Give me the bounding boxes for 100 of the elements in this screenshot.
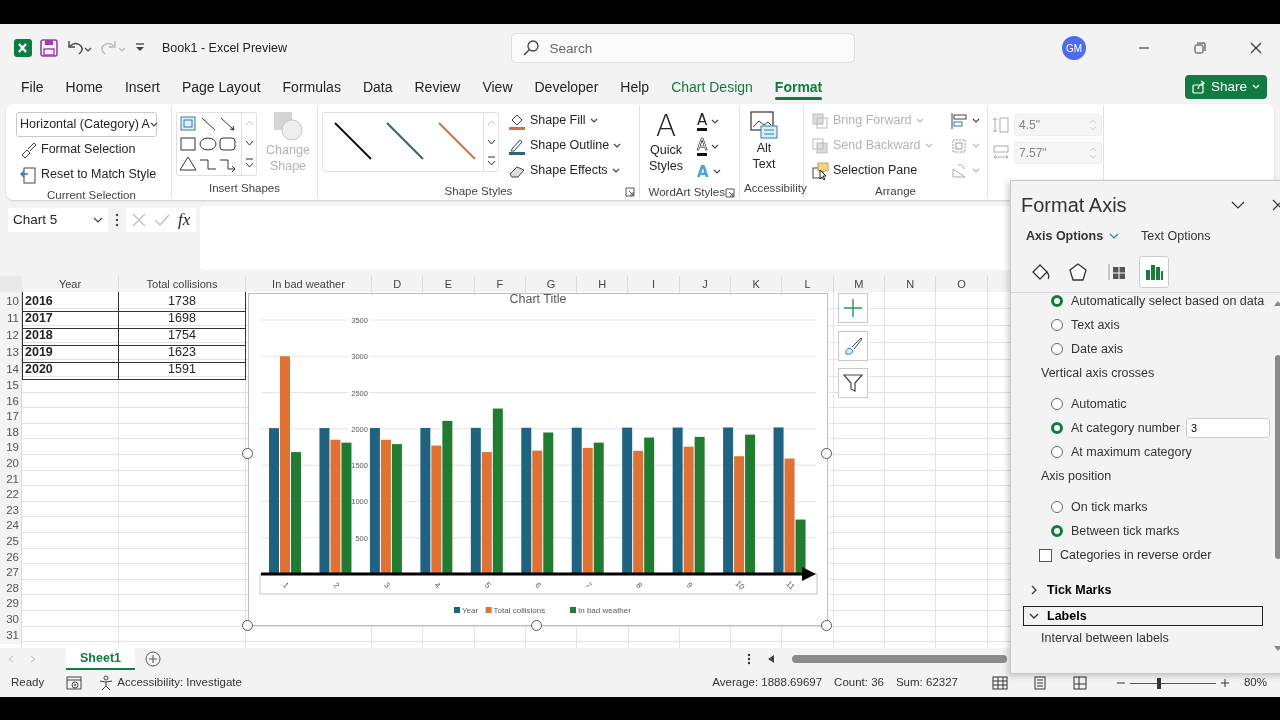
resize-handle[interactable] (242, 448, 253, 459)
add-sheet-icon[interactable] (145, 651, 161, 667)
check-icon[interactable] (154, 213, 170, 227)
ribbon-tab[interactable]: Formulas (271, 72, 352, 102)
ribbon-tab[interactable]: Home (54, 72, 114, 102)
radio-button[interactable] (1051, 446, 1063, 458)
quick-styles-button[interactable]: A Quick Styles (644, 108, 688, 176)
collapse-icon[interactable] (1231, 200, 1245, 210)
page-break-icon[interactable] (1071, 675, 1088, 690)
column-header[interactable]: In bad weather (246, 276, 372, 293)
scroll-left-icon[interactable] (766, 654, 776, 664)
checkbox[interactable] (1039, 548, 1052, 562)
section-header[interactable]: Tick Marks (1023, 580, 1263, 600)
row-number[interactable]: 10 (0, 292, 22, 312)
checkbox-option[interactable]: Categories in reverse order (1039, 543, 1212, 567)
radio-option[interactable]: Date axis (1051, 337, 1124, 361)
filter-button[interactable] (838, 368, 868, 398)
ribbon-button[interactable]: Shape Effects (505, 158, 625, 183)
radio-button[interactable] (1051, 343, 1063, 355)
ribbon-tab[interactable]: Developer (523, 72, 610, 102)
insert-function-button[interactable]: fx (178, 207, 191, 233)
ribbon-button[interactable]: Shape Fill (505, 108, 625, 133)
radio-button[interactable] (1051, 295, 1063, 307)
ribbon-button[interactable]: Shape Outline (505, 133, 625, 158)
ribbon-tab[interactable]: Data (351, 72, 404, 102)
ribbon-tab[interactable]: Page Layout (170, 72, 272, 102)
pane-icon-tab[interactable] (1139, 255, 1169, 288)
column-header[interactable]: Total collisions (119, 276, 246, 293)
column-header[interactable]: F (474, 276, 526, 293)
column-header[interactable]: E (423, 276, 475, 293)
row-number[interactable]: 14 (0, 360, 22, 380)
radio-option[interactable]: At category number (1051, 416, 1181, 440)
radio-option[interactable]: Automatic (1051, 392, 1127, 416)
radio-button[interactable] (1051, 398, 1063, 410)
radio-button[interactable] (1051, 422, 1063, 434)
resize-handle[interactable] (821, 448, 832, 459)
vertical-scrollbar[interactable] (1275, 355, 1280, 559)
zoom-level[interactable]: 80% (1243, 673, 1267, 692)
column-header[interactable]: G (525, 276, 578, 293)
row-number[interactable]: 12 (0, 326, 22, 346)
radio-option[interactable]: At maximum category (1051, 440, 1192, 464)
customize-icon[interactable] (134, 42, 146, 54)
column-header[interactable]: D (372, 276, 424, 293)
resize-handle[interactable] (531, 620, 542, 631)
column-header[interactable]: O (936, 276, 988, 293)
ribbon-tab[interactable]: Review (403, 72, 472, 102)
column-header[interactable]: N (884, 276, 937, 293)
save-icon[interactable] (40, 39, 58, 57)
resize-handle[interactable] (821, 620, 832, 631)
radio-option[interactable]: Between tick marks (1051, 519, 1180, 543)
scroll-up-icon[interactable] (1273, 299, 1280, 307)
macro-recording-icon[interactable] (66, 675, 83, 690)
radio-option[interactable]: Text axis (1051, 313, 1120, 337)
column-header[interactable]: I (628, 276, 680, 293)
zoom-slider[interactable] (1129, 676, 1216, 689)
column-header[interactable]: M (833, 276, 885, 293)
page-layout-icon[interactable] (1031, 675, 1048, 690)
normal-view-icon[interactable] (991, 675, 1008, 690)
close-icon[interactable] (1271, 199, 1280, 211)
ribbon-tab[interactable]: Format (763, 72, 834, 102)
column-header[interactable]: H (577, 276, 629, 293)
ribbon-button[interactable]: Selection Pane (808, 158, 936, 183)
category-number-field[interactable]: 3 (1186, 418, 1271, 438)
accessibility-icon[interactable] (98, 674, 115, 691)
column-header[interactable]: Year (22, 276, 119, 293)
ribbon-tab[interactable]: Chart Design (660, 72, 764, 102)
more-icon[interactable] (746, 652, 752, 666)
ribbon-button[interactable]: Reset to Match Style (16, 162, 160, 187)
accessibility-status[interactable]: Accessibility: Investigate (117, 673, 242, 692)
scroll-down-icon[interactable] (1273, 645, 1280, 653)
sheet-tab[interactable]: Sheet1 (66, 648, 135, 670)
dialog-launcher-icon[interactable] (625, 186, 635, 197)
horizontal-scrollbar[interactable] (792, 655, 1007, 663)
ribbon-tab[interactable]: File (10, 72, 55, 102)
user-avatar[interactable]: GM (1062, 36, 1086, 60)
chart-styles-button[interactable] (838, 331, 868, 361)
share-button[interactable]: Share (1184, 75, 1267, 99)
text-style-button[interactable]: A (694, 110, 724, 134)
pane-tab[interactable]: Axis Options (1026, 226, 1120, 246)
slider-thumb[interactable] (1157, 677, 1162, 689)
undo-icon[interactable] (66, 39, 92, 57)
section-header[interactable]: Labels (1023, 606, 1263, 626)
ribbon-button[interactable]: Format Selection (16, 137, 160, 162)
radio-option[interactable]: On tick marks (1051, 495, 1148, 519)
add-element-button[interactable] (838, 293, 868, 323)
ribbon-tab[interactable]: Insert (113, 72, 171, 102)
column-header[interactable]: L (782, 276, 834, 293)
selection-dropdown[interactable]: Horizontal (Category) A (16, 112, 157, 137)
radio-button[interactable] (1051, 525, 1063, 537)
column-header[interactable]: K (731, 276, 783, 293)
ribbon-tab[interactable]: View (471, 72, 524, 102)
dialog-launcher-icon[interactable] (725, 187, 735, 198)
resize-handle[interactable] (242, 620, 253, 631)
pane-tab[interactable]: Text Options (1141, 226, 1211, 246)
row-number[interactable]: 13 (0, 343, 22, 363)
radio-button[interactable] (1051, 319, 1063, 331)
zoom-in-icon[interactable] (1219, 677, 1230, 688)
ribbon-tab[interactable]: Help (609, 72, 661, 102)
name-box[interactable]: Chart 5 (8, 208, 108, 232)
alt-text-button[interactable]: Alt Text (744, 108, 784, 174)
